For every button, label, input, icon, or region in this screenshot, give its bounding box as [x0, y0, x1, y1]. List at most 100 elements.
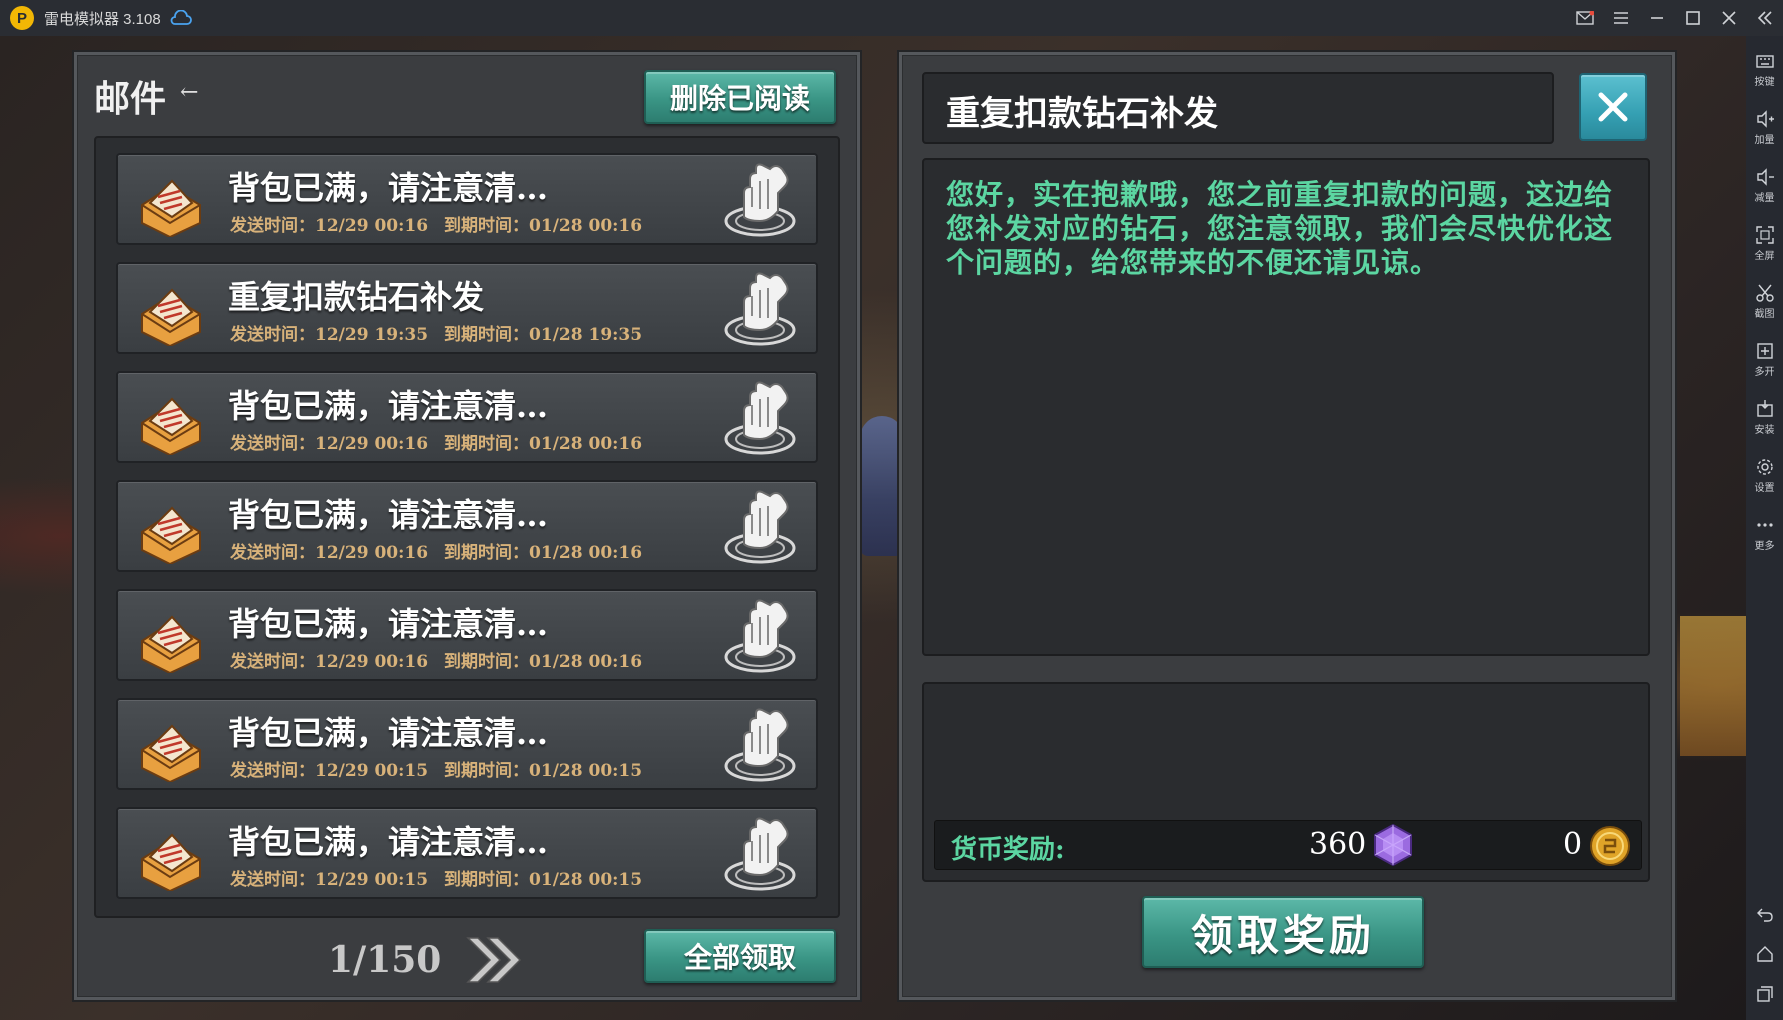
sidebar-item-label: 减量: [1754, 192, 1775, 204]
gold-amount: 0: [1563, 827, 1583, 862]
diamond-icon: [1374, 823, 1412, 867]
detail-title: 重复扣款钻石补发: [946, 94, 1218, 134]
cloud-icon[interactable]: [169, 10, 193, 26]
mail-sent-time: 发送时间：12/29 00:15: [230, 761, 429, 781]
app-logo-icon: P: [10, 6, 34, 30]
android-home-button[interactable]: [1746, 934, 1783, 974]
recent-apps-icon: [1756, 986, 1773, 1002]
delete-read-button[interactable]: 删除已阅读: [644, 70, 836, 124]
scissors-icon: [1755, 284, 1774, 302]
sidebar-item-label: 设置: [1754, 482, 1775, 494]
double-chevron-right-icon[interactable]: [464, 932, 524, 988]
sidebar-item-install[interactable]: 安装: [1746, 390, 1783, 444]
envelope-icon: [141, 179, 201, 237]
sidebar-item-settings[interactable]: 设置: [1746, 448, 1783, 502]
mail-body-text: 您好，实在抱歉哦，您之前重复扣款的问题，这边给您补发对应的钻石，您注意领取，我们…: [946, 178, 1614, 279]
keyboard-icon: [1755, 54, 1774, 68]
sidebar-item-screenshot[interactable]: 截图: [1746, 274, 1783, 328]
sidebar-item-keymap[interactable]: 按键: [1746, 42, 1783, 96]
close-window-icon[interactable]: [1711, 0, 1747, 36]
mail-list-item[interactable]: 重复扣款钻石补发 发送时间：12/29 19:35 到期时间：01/28 19:3…: [116, 262, 818, 354]
claim-hand-icon[interactable]: [720, 813, 802, 895]
sidebar-item-multi-instance[interactable]: 多开: [1746, 332, 1783, 386]
mail-list-item[interactable]: 背包已满，请注意清… 发送时间：12/29 00:16 到期时间：01/28 00…: [116, 480, 818, 572]
mail-times: 发送时间：12/29 00:15 到期时间：01/28 00:15: [230, 756, 642, 781]
claim-hand-icon[interactable]: [720, 486, 802, 568]
mail-expire-time: 到期时间：01/28 00:16: [444, 652, 643, 672]
emulator-title-bar: P 雷电模拟器 3.108: [0, 0, 1783, 36]
close-detail-button[interactable]: [1579, 73, 1647, 141]
collapse-sidebar-icon[interactable]: [1747, 0, 1783, 36]
multi-instance-icon: [1756, 342, 1773, 359]
mail-list-item[interactable]: 背包已满，请注意清… 发送时间：12/29 00:15 到期时间：01/28 00…: [116, 807, 818, 899]
android-recent-button[interactable]: [1746, 974, 1783, 1014]
sidebar-item-fullscreen[interactable]: 全屏: [1746, 216, 1783, 270]
mail-body-box: 您好，实在抱歉哦，您之前重复扣款的问题，这边给您补发对应的钻石，您注意领取，我们…: [922, 158, 1650, 656]
mail-times: 发送时间：12/29 00:16 到期时间：01/28 00:16: [230, 429, 642, 454]
menu-icon[interactable]: [1603, 0, 1639, 36]
install-apk-icon: [1756, 399, 1773, 417]
mail-subject: 背包已满，请注意清…: [228, 496, 549, 534]
close-icon: [1598, 92, 1628, 122]
envelope-icon: [141, 833, 201, 891]
mail-notification-icon[interactable]: [1567, 0, 1603, 36]
maximize-icon[interactable]: [1675, 0, 1711, 36]
mail-sent-time: 发送时间：12/29 00:16: [230, 216, 429, 236]
home-icon: [1756, 946, 1773, 962]
claim-hand-icon[interactable]: [720, 159, 802, 241]
mail-times: 发送时间：12/29 00:15 到期时间：01/28 00:15: [230, 865, 642, 890]
sidebar-item-label: 截图: [1754, 308, 1775, 320]
mail-expire-time: 到期时间：01/28 00:15: [444, 870, 643, 890]
currency-reward-bar: 货币奖励: 360 0: [934, 820, 1642, 870]
background-gift-box: [1680, 616, 1746, 756]
mail-sent-time: 发送时间：12/29 00:16: [230, 652, 429, 672]
diamond-amount: 360: [1309, 827, 1367, 862]
mail-times: 发送时间：12/29 00:16 到期时间：01/28 00:16: [230, 647, 642, 672]
claim-hand-icon[interactable]: [720, 595, 802, 677]
mail-sent-time: 发送时间：12/29 00:16: [230, 543, 429, 563]
fullscreen-icon: [1755, 225, 1774, 244]
mail-expire-time: 到期时间：01/28 00:16: [444, 543, 643, 563]
mail-sent-time: 发送时间：12/29 00:15: [230, 870, 429, 890]
android-back-button[interactable]: [1746, 894, 1783, 934]
mail-expire-time: 到期时间：01/28 19:35: [444, 325, 643, 345]
mail-panel-title: 邮件: [94, 78, 167, 120]
emulator-sidebar: 按键 加量 减量 全屏 截图 多开 安装 设置 更多: [1746, 36, 1783, 1020]
mail-subject: 重复扣款钻石补发: [228, 278, 485, 316]
envelope-icon: [141, 288, 201, 346]
mail-expire-time: 到期时间：01/28 00:16: [444, 216, 643, 236]
mail-subject: 背包已满，请注意清…: [228, 387, 549, 425]
mail-list-item[interactable]: 背包已满，请注意清… 发送时间：12/29 00:16 到期时间：01/28 00…: [116, 589, 818, 681]
sidebar-item-label: 加量: [1754, 134, 1775, 146]
mail-times: 发送时间：12/29 00:16 到期时间：01/28 00:16: [230, 538, 642, 563]
sidebar-item-label: 更多: [1754, 540, 1775, 552]
envelope-icon: [141, 397, 201, 455]
claim-hand-icon[interactable]: [720, 377, 802, 459]
minimize-icon[interactable]: [1639, 0, 1675, 36]
sidebar-item-volume-down[interactable]: 减量: [1746, 158, 1783, 212]
volume-down-icon: [1756, 167, 1774, 186]
back-icon: [1756, 908, 1773, 922]
envelope-icon: [141, 506, 201, 564]
currency-reward-label: 货币奖励:: [951, 835, 1065, 865]
claim-reward-button[interactable]: 领取奖励: [1142, 896, 1424, 968]
mail-expire-time: 到期时间：01/28 00:16: [444, 434, 643, 454]
sidebar-item-label: 按键: [1754, 76, 1775, 88]
claim-all-button[interactable]: 全部领取: [644, 929, 836, 983]
mail-sent-time: 发送时间：12/29 19:35: [230, 325, 429, 345]
mail-title-arrow-icon: ←: [180, 80, 199, 105]
mail-times: 发送时间：12/29 00:16 到期时间：01/28 00:16: [230, 211, 642, 236]
envelope-icon: [141, 615, 201, 673]
envelope-icon: [141, 724, 201, 782]
sidebar-item-volume-up[interactable]: 加量: [1746, 100, 1783, 154]
sidebar-item-more[interactable]: 更多: [1746, 506, 1783, 560]
reward-box: 货币奖励: 360 0: [922, 682, 1650, 882]
mail-sent-time: 发送时间：12/29 00:16: [230, 434, 429, 454]
mail-list-item[interactable]: 背包已满，请注意清… 发送时间：12/29 00:16 到期时间：01/28 00…: [116, 371, 818, 463]
sidebar-item-label: 安装: [1754, 424, 1775, 436]
sidebar-item-label: 全屏: [1754, 250, 1775, 262]
claim-hand-icon[interactable]: [720, 268, 802, 350]
mail-list-item[interactable]: 背包已满，请注意清… 发送时间：12/29 00:15 到期时间：01/28 00…: [116, 698, 818, 790]
claim-hand-icon[interactable]: [720, 704, 802, 786]
mail-list-item[interactable]: 背包已满，请注意清… 发送时间：12/29 00:16 到期时间：01/28 00…: [116, 153, 818, 245]
